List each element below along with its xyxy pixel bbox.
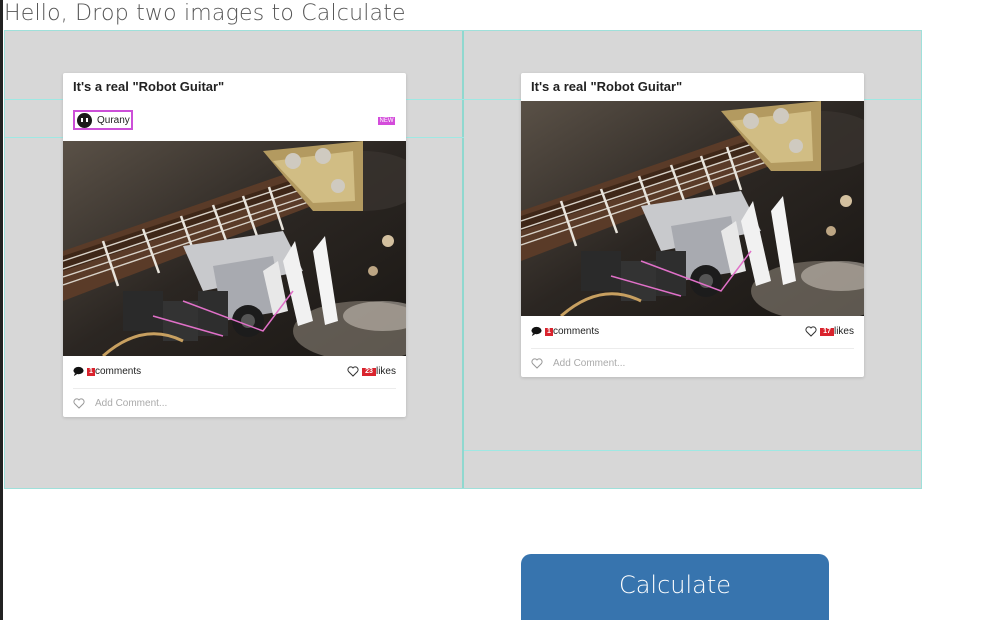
window-edge bbox=[0, 0, 3, 620]
likes-button[interactable]: 23 likes bbox=[347, 366, 396, 377]
comments-button[interactable]: 1 comments bbox=[531, 326, 599, 337]
card-title: It's a real "Robot Guitar" bbox=[531, 79, 683, 94]
comments-label: comments bbox=[95, 366, 142, 377]
comments-button[interactable]: 1 comments bbox=[73, 366, 141, 377]
drop-zone-right[interactable]: It's a real "Robot Guitar" 1 comments 17… bbox=[464, 31, 921, 488]
comment-bubble-icon bbox=[531, 326, 542, 337]
likes-label: likes bbox=[375, 366, 396, 377]
likes-count: 17 bbox=[819, 327, 834, 336]
add-comment-field[interactable]: Add Comment... bbox=[521, 349, 864, 377]
likes-label: likes bbox=[833, 326, 854, 337]
add-comment-placeholder: Add Comment... bbox=[95, 397, 168, 409]
post-photo bbox=[63, 141, 406, 356]
heart-icon bbox=[805, 326, 817, 337]
guide-line bbox=[464, 450, 921, 451]
comments-label: comments bbox=[553, 326, 600, 337]
card-title: It's a real "Robot Guitar" bbox=[73, 79, 225, 94]
author-name: Qurany bbox=[97, 114, 130, 126]
comment-bubble-icon bbox=[73, 366, 84, 377]
add-comment-placeholder: Add Comment... bbox=[553, 357, 626, 369]
comments-count: 1 bbox=[545, 327, 553, 336]
author-row: Qurany NEW bbox=[63, 101, 406, 141]
heart-icon[interactable] bbox=[531, 357, 543, 369]
avatar-icon bbox=[77, 112, 92, 128]
stats-row: 1 comments 17 likes bbox=[531, 316, 854, 349]
post-card: It's a real "Robot Guitar" Qurany NEW 1 … bbox=[63, 73, 406, 417]
author-badge: NEW bbox=[378, 117, 395, 125]
heart-icon bbox=[347, 366, 359, 377]
likes-button[interactable]: 17 likes bbox=[805, 326, 854, 337]
post-photo bbox=[521, 101, 864, 316]
drop-zone-left[interactable]: It's a real "Robot Guitar" Qurany NEW 1 … bbox=[5, 31, 464, 488]
post-card: It's a real "Robot Guitar" 1 comments 17… bbox=[521, 73, 864, 377]
stats-row: 1 comments 23 likes bbox=[73, 356, 396, 389]
page-heading: Hello, Drop two images to Calculate bbox=[4, 1, 406, 26]
author-chip[interactable]: Qurany bbox=[73, 110, 133, 130]
calculate-button[interactable]: Calculate bbox=[521, 554, 829, 620]
comments-count: 1 bbox=[87, 367, 95, 376]
likes-count: 23 bbox=[361, 367, 376, 376]
add-comment-field[interactable]: Add Comment... bbox=[63, 389, 406, 417]
heart-icon[interactable] bbox=[73, 397, 85, 409]
drop-area[interactable]: It's a real "Robot Guitar" Qurany NEW 1 … bbox=[4, 30, 922, 489]
